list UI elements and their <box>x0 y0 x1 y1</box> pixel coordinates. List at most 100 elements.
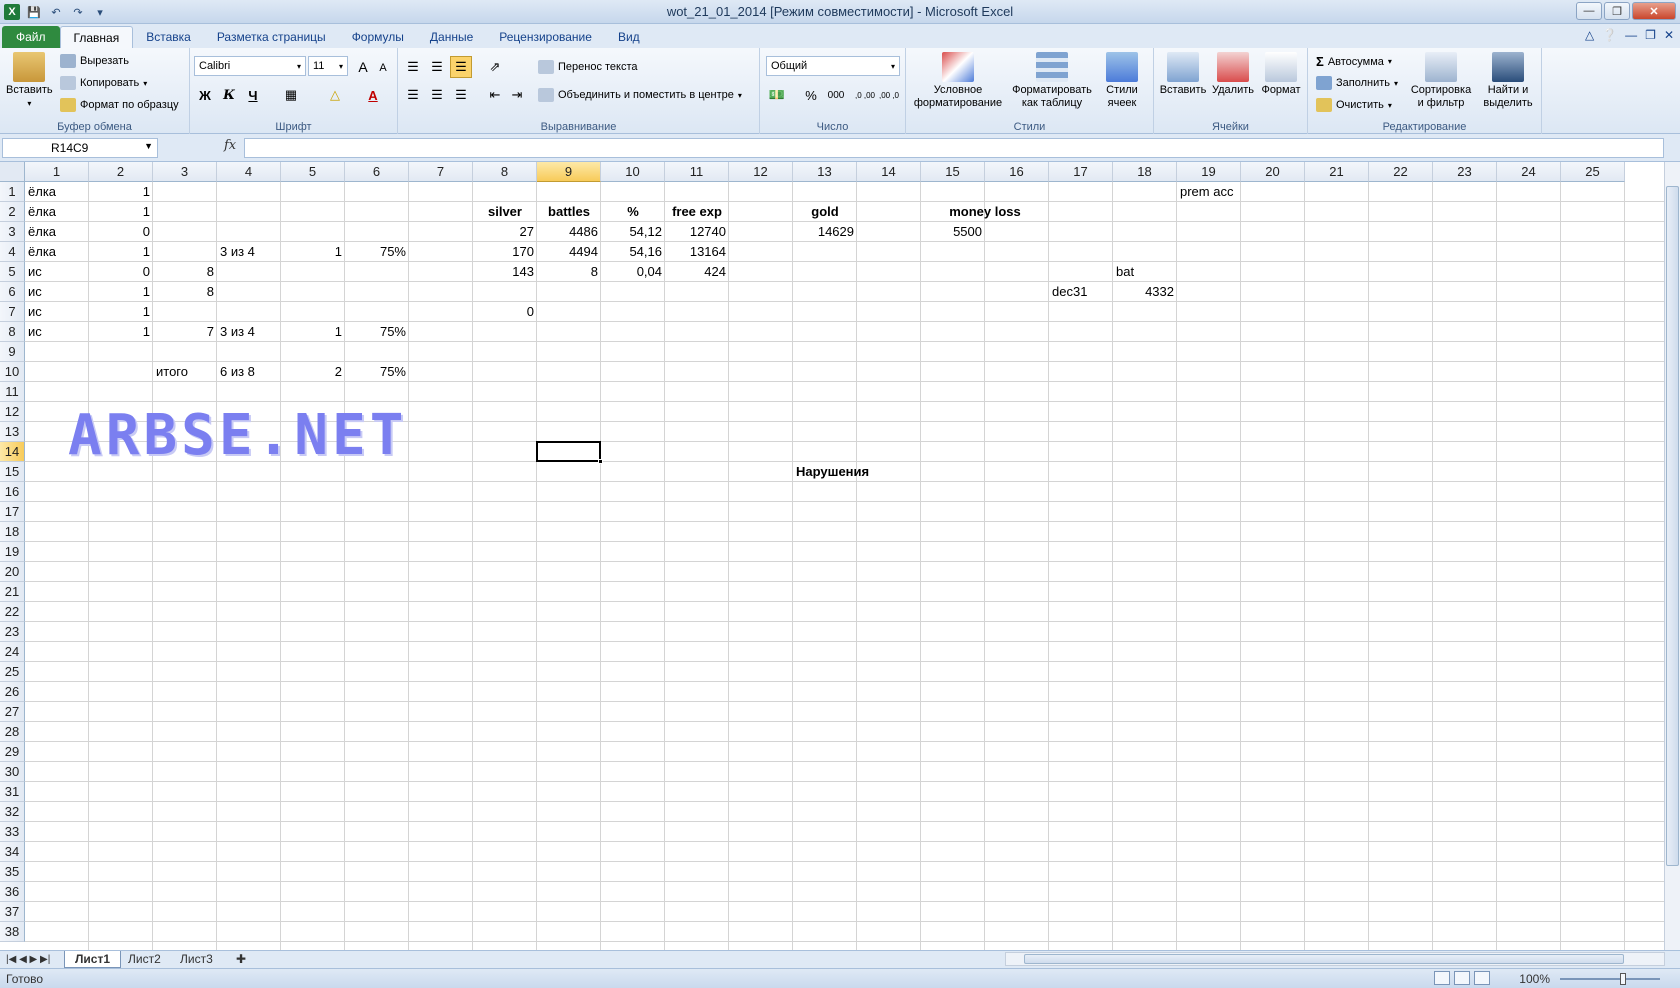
bold-button[interactable]: Ж <box>194 84 216 106</box>
cell-styles-button[interactable]: Стили ячеек <box>1096 52 1148 110</box>
fill-button[interactable]: Заполнить ▾ <box>1316 76 1398 90</box>
cell-r3c1[interactable]: ёлка <box>25 222 89 242</box>
column-header[interactable]: 24 <box>1497 162 1561 182</box>
insert-sheet-icon[interactable]: ✚ <box>226 951 256 968</box>
cell-r8c6[interactable]: 75% <box>345 322 409 342</box>
cell-r3c10[interactable]: 54,12 <box>601 222 665 242</box>
fill-handle[interactable] <box>598 459 603 464</box>
currency-icon[interactable]: 💵 <box>766 84 788 106</box>
row-header[interactable]: 3 <box>0 222 25 242</box>
normal-view-icon[interactable] <box>1434 971 1450 985</box>
cell-r5c8[interactable]: 143 <box>473 262 537 282</box>
italic-button[interactable]: К <box>218 84 240 106</box>
cell-r2c10[interactable]: % <box>601 202 665 222</box>
minimize-button[interactable]: — <box>1576 2 1602 20</box>
restore-button[interactable]: ❐ <box>1604 2 1630 20</box>
percent-button[interactable]: % <box>800 84 822 106</box>
autosum-button[interactable]: Σ Автосумма ▾ <box>1316 54 1392 69</box>
column-header[interactable]: 8 <box>473 162 537 182</box>
cell-r6c18[interactable]: 4332 <box>1113 282 1177 302</box>
row-header[interactable]: 30 <box>0 762 25 782</box>
row-header[interactable]: 29 <box>0 742 25 762</box>
cell-r3c8[interactable]: 27 <box>473 222 537 242</box>
row-header[interactable]: 26 <box>0 682 25 702</box>
select-all-corner[interactable] <box>0 162 25 182</box>
minimize-ribbon-icon[interactable]: △ <box>1585 28 1594 42</box>
row-header[interactable]: 5 <box>0 262 25 282</box>
workbook-minimize-icon[interactable]: — <box>1625 28 1637 42</box>
format-as-table-button[interactable]: Форматировать как таблицу <box>1010 52 1094 110</box>
conditional-formatting-button[interactable]: Условное форматирование <box>912 52 1004 110</box>
cell-r10c3[interactable]: итого <box>153 362 217 382</box>
active-cell-cursor[interactable] <box>536 441 603 464</box>
column-header[interactable]: 13 <box>793 162 857 182</box>
row-header[interactable]: 37 <box>0 902 25 922</box>
row-header[interactable]: 27 <box>0 702 25 722</box>
font-name-select[interactable]: Calibri ▾ <box>194 56 306 76</box>
cell-r1c2[interactable]: 1 <box>89 182 153 202</box>
wrap-text-button[interactable]: Перенос текста <box>538 60 638 74</box>
tab-formulas[interactable]: Формулы <box>339 26 417 48</box>
column-header[interactable]: 6 <box>345 162 409 182</box>
cell-r1c1[interactable]: ёлка <box>25 182 89 202</box>
row-header[interactable]: 28 <box>0 722 25 742</box>
tab-insert[interactable]: Вставка <box>133 26 204 48</box>
sheet-nav-arrows-icon[interactable]: |◀ ◀ ▶ ▶| <box>2 951 54 968</box>
format-painter-button[interactable]: Формат по образцу <box>60 98 179 112</box>
cut-button[interactable]: Вырезать <box>60 54 129 68</box>
column-header[interactable]: 12 <box>729 162 793 182</box>
sheet-tab-1[interactable]: Лист1 <box>64 951 122 968</box>
row-header[interactable]: 10 <box>0 362 25 382</box>
row-header[interactable]: 20 <box>0 562 25 582</box>
cell-r5c3[interactable]: 8 <box>153 262 217 282</box>
column-header[interactable]: 18 <box>1113 162 1177 182</box>
column-header[interactable]: 25 <box>1561 162 1625 182</box>
align-bottom-icon[interactable]: ☰ <box>450 56 472 78</box>
sort-filter-button[interactable]: Сортировка и фильтр <box>1408 52 1474 110</box>
cell-r2c11[interactable]: free exp <box>665 202 729 222</box>
cell-r4c11[interactable]: 13164 <box>665 242 729 262</box>
name-box[interactable]: R14C9 ▼ <box>2 138 158 158</box>
borders-icon[interactable]: ▦ <box>280 84 302 106</box>
insert-cells-button[interactable]: Вставить <box>1160 52 1206 97</box>
decrease-decimal-button[interactable]: ,00 ,0 <box>878 84 900 106</box>
column-header[interactable]: 20 <box>1241 162 1305 182</box>
column-header[interactable]: 10 <box>601 162 665 182</box>
row-header[interactable]: 25 <box>0 662 25 682</box>
align-middle-icon[interactable]: ☰ <box>426 56 448 78</box>
orientation-icon[interactable]: ⇗ <box>484 56 506 78</box>
column-header[interactable]: 21 <box>1305 162 1369 182</box>
cell-r7c1[interactable]: ис <box>25 302 89 322</box>
cell-r15c13[interactable]: Нарушения <box>793 462 921 482</box>
cell-r8c2[interactable]: 1 <box>89 322 153 342</box>
row-header[interactable]: 1 <box>0 182 25 202</box>
row-header[interactable]: 22 <box>0 602 25 622</box>
column-header[interactable]: 3 <box>153 162 217 182</box>
cell-r2c9[interactable]: battles <box>537 202 601 222</box>
cell-r3c11[interactable]: 12740 <box>665 222 729 242</box>
column-header[interactable]: 22 <box>1369 162 1433 182</box>
column-header[interactable]: 11 <box>665 162 729 182</box>
workbook-close-icon[interactable]: ✕ <box>1664 28 1674 42</box>
cell-r1c19[interactable]: prem acc <box>1177 182 1241 202</box>
fill-color-icon[interactable]: △ <box>324 84 346 106</box>
row-header[interactable]: 6 <box>0 282 25 302</box>
cell-r3c13[interactable]: 14629 <box>793 222 857 242</box>
column-header[interactable]: 17 <box>1049 162 1113 182</box>
insert-function-button[interactable]: fx <box>224 138 236 153</box>
column-header[interactable]: 16 <box>985 162 1049 182</box>
vertical-scrollbar[interactable] <box>1664 162 1680 950</box>
row-header[interactable]: 31 <box>0 782 25 802</box>
increase-decimal-button[interactable]: ,0 ,00 <box>854 84 876 106</box>
row-header[interactable]: 17 <box>0 502 25 522</box>
cell-r5c18[interactable]: bat <box>1113 262 1177 282</box>
row-header[interactable]: 11 <box>0 382 25 402</box>
paste-button[interactable]: Вставить ▾ <box>6 52 53 110</box>
cell-r2c13[interactable]: gold <box>793 202 857 222</box>
align-top-icon[interactable]: ☰ <box>402 56 424 78</box>
column-header[interactable]: 5 <box>281 162 345 182</box>
close-button[interactable]: ✕ <box>1632 2 1676 20</box>
row-header[interactable]: 9 <box>0 342 25 362</box>
cell-r4c9[interactable]: 4494 <box>537 242 601 262</box>
decrease-indent-icon[interactable]: ⇤ <box>484 84 506 106</box>
